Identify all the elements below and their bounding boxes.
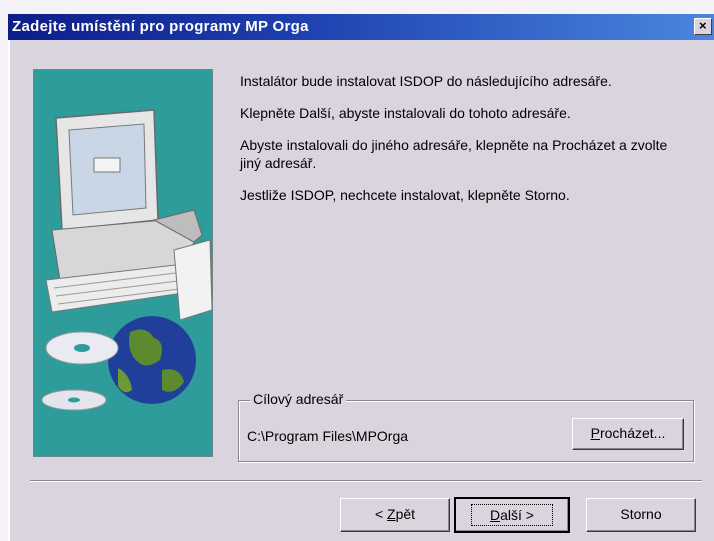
- browse-label: rocházet...: [599, 425, 666, 441]
- next-mnemonic: D: [490, 507, 501, 523]
- next-button[interactable]: Další >: [454, 497, 570, 533]
- instruction-paragraph: Abyste instalovali do jiného adresáře, k…: [240, 137, 668, 171]
- back-arrow: <: [374, 506, 388, 522]
- computer-cd-globe-illustration: [34, 70, 212, 456]
- back-label: pět: [395, 506, 416, 522]
- destination-group-label: Cílový adresář: [250, 391, 347, 407]
- setup-illustration: [33, 69, 213, 457]
- instructions: Instalátor bude instalovat ISDOP do násl…: [240, 72, 680, 218]
- close-icon: ×: [699, 18, 707, 33]
- browse-mnemonic: P: [590, 425, 600, 441]
- back-button[interactable]: < Zpět: [340, 498, 450, 532]
- next-focus-rect: Další >: [471, 504, 553, 526]
- browse-button[interactable]: Procházet...: [572, 418, 684, 450]
- close-button[interactable]: ×: [694, 18, 712, 35]
- cancel-button[interactable]: Storno: [586, 498, 696, 532]
- next-label: alší >: [500, 507, 534, 523]
- instruction-paragraph: Jestliže ISDOP, nechcete instalovat, kle…: [240, 187, 570, 203]
- instruction-paragraph: Klepněte Další, abyste instalovali do to…: [240, 105, 571, 121]
- title-bar[interactable]: Zadejte umístění pro programy MP Orga ×: [8, 14, 714, 40]
- instruction-paragraph: Instalátor bude instalovat ISDOP do násl…: [240, 73, 612, 89]
- separator: [30, 480, 702, 482]
- window-title: Zadejte umístění pro programy MP Orga: [12, 18, 309, 35]
- destination-path: C:\Program Files\MPOrga: [247, 428, 409, 444]
- back-mnemonic: Z: [387, 506, 396, 522]
